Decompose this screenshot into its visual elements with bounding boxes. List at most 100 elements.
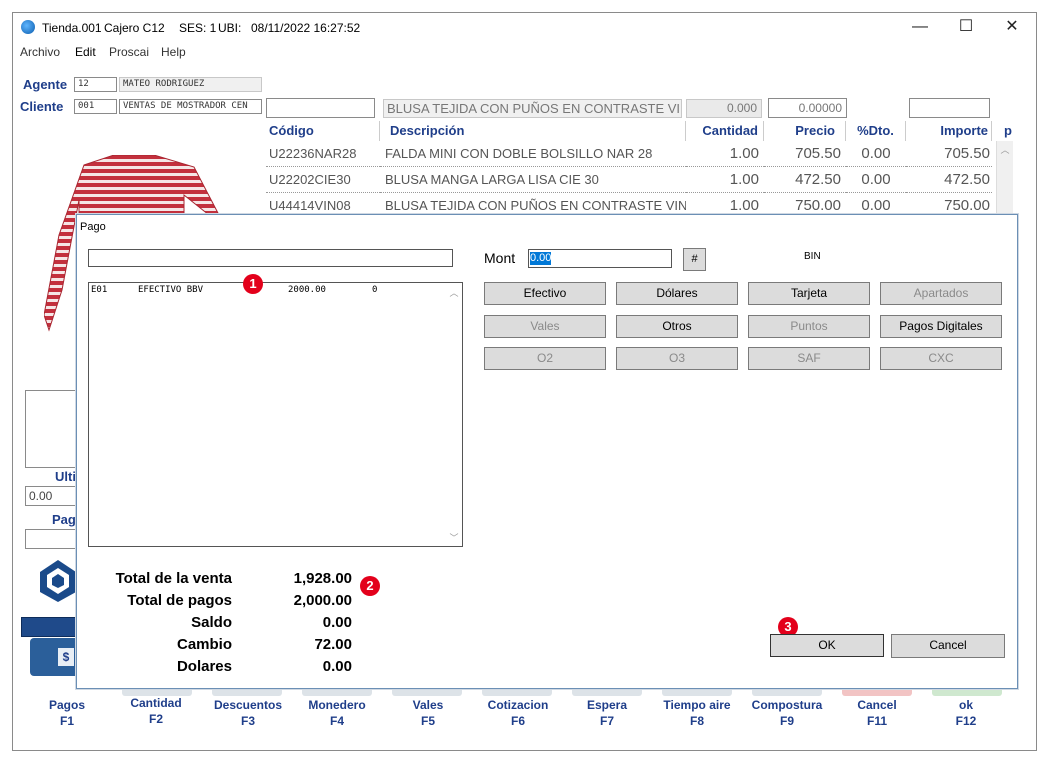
menu-archivo[interactable]: Archivo — [20, 45, 60, 59]
cell-codigo: U22202CIE30 — [266, 167, 380, 193]
hash-button[interactable]: # — [683, 248, 706, 271]
fkey-cantidad[interactable]: Cantidad F2 — [116, 695, 196, 727]
pag-label: Pag — [52, 512, 76, 527]
fkey-cancel[interactable]: Cancel F11 — [837, 697, 917, 729]
vales-button[interactable]: Vales — [484, 315, 606, 338]
table-row[interactable]: U22236NAR28 FALDA MINI CON DOBLE BOLSILL… — [266, 141, 996, 167]
fkey-label: Descuentos — [213, 698, 283, 712]
cell-descuento: 0.00 — [846, 167, 906, 193]
fkey-key: F6 — [510, 714, 525, 728]
fkey-vales[interactable]: Vales F5 — [388, 697, 468, 729]
apartados-button[interactable]: Apartados — [880, 282, 1002, 305]
o2-button[interactable]: O2 — [484, 347, 606, 370]
fkey-key: F1 — [59, 714, 74, 728]
cell-cantidad: 1.00 — [686, 167, 764, 193]
payment-list[interactable]: E01 EFECTIVO BBV 2000.00 0 ︿ ﹀ — [88, 282, 463, 547]
fkey-compostura[interactable]: Compostura F9 — [747, 697, 827, 729]
annotation-badge-1: 1 — [243, 274, 263, 294]
tarjeta-button[interactable]: Tarjeta — [748, 282, 870, 305]
dolares-label: Dolares — [176, 658, 232, 675]
total-venta-label: Total de la venta — [115, 570, 232, 587]
ok-button[interactable]: OK — [770, 634, 884, 657]
grid-scrollbar[interactable]: ︿ — [996, 141, 1013, 216]
store-name: Tienda.001 — [42, 21, 102, 35]
payment-code: E01 — [91, 285, 108, 295]
payment-extra: 0 — [372, 285, 378, 295]
col-codigo[interactable]: Código — [266, 121, 380, 141]
blue-bar — [21, 617, 83, 637]
scroll-up-icon[interactable]: ︿ — [997, 143, 1013, 156]
fkey-key: F4 — [329, 714, 344, 728]
cell-descripcion: FALDA MINI CON DOBLE BOLSILLO NAR 28 — [380, 141, 686, 167]
cell-codigo: U22236NAR28 — [266, 141, 380, 167]
table-row[interactable]: U22202CIE30 BLUSA MANGA LARGA LISA CIE 3… — [266, 167, 996, 193]
o3-button[interactable]: O3 — [616, 347, 738, 370]
cancel-button[interactable]: Cancel — [891, 634, 1005, 658]
agent-code-field[interactable]: 12 — [74, 77, 117, 92]
fkey-label: Pagos — [48, 698, 85, 712]
fkey-cotizacion[interactable]: Cotizacion F6 — [478, 697, 558, 729]
fkey-key: F3 — [240, 714, 255, 728]
efectivo-button[interactable]: Efectivo — [484, 282, 606, 305]
menu-proscai[interactable]: Proscai — [109, 45, 149, 59]
col-descripcion[interactable]: Descripción — [380, 121, 686, 141]
dollar-icon: $ — [58, 648, 74, 666]
title-bar[interactable] — [13, 13, 1034, 43]
saf-button[interactable]: SAF — [748, 347, 870, 370]
dolares-button[interactable]: Dólares — [616, 282, 738, 305]
location-label: UBI: — [218, 21, 242, 35]
fkey-tiempo-aire[interactable]: Tiempo aire F8 — [657, 697, 737, 729]
mont-value: 0.00 — [530, 252, 552, 265]
scroll-up-icon[interactable]: ︿ — [446, 286, 462, 299]
fkey-monedero[interactable]: Monedero F4 — [297, 697, 377, 729]
puntos-button[interactable]: Puntos — [748, 315, 870, 338]
cash-button[interactable]: $ — [30, 638, 80, 676]
menu-help[interactable]: Help — [161, 45, 186, 59]
fkey-pagos[interactable]: Pagos F1 — [27, 697, 107, 729]
fkey-key: F9 — [779, 714, 794, 728]
minimize-button[interactable]: — — [900, 14, 940, 40]
fkey-key: F8 — [689, 714, 704, 728]
mont-input[interactable]: 0.00 — [528, 249, 672, 268]
scroll-down-icon[interactable]: ﹀ — [446, 531, 462, 544]
item-code-input[interactable] — [266, 98, 375, 118]
list-item[interactable]: E01 EFECTIVO BBV 2000.00 0 — [89, 285, 462, 297]
cell-precio: 472.50 — [764, 167, 846, 193]
fkey-label: Vales — [412, 698, 444, 712]
dolares-value: 0.00 — [322, 658, 352, 675]
item-description-field: BLUSA TEJIDA CON PUÑOS EN CONTRASTE VIN … — [383, 99, 682, 118]
client-code-field[interactable]: 001 — [74, 99, 117, 114]
col-importe[interactable]: Importe — [906, 121, 992, 141]
fkey-espera[interactable]: Espera F7 — [567, 697, 647, 729]
cell-descuento: 0.00 — [846, 141, 906, 167]
payment-method: EFECTIVO BBV — [138, 285, 204, 295]
item-price-field[interactable]: 0.00000 — [768, 98, 847, 118]
fkey-label: Cantidad — [130, 696, 182, 710]
item-extra-field[interactable] — [909, 98, 990, 118]
otros-button[interactable]: Otros — [616, 315, 738, 338]
pagos-digitales-button[interactable]: Pagos Digitales — [880, 315, 1002, 338]
cambio-label: Cambio — [176, 636, 232, 653]
fkey-label: Cotizacion — [487, 698, 549, 712]
close-button[interactable]: ✕ — [992, 14, 1032, 40]
cxc-button[interactable]: CXC — [880, 347, 1002, 370]
fkey-label: ok — [958, 698, 973, 712]
fkey-ok[interactable]: ok F12 — [926, 697, 1006, 729]
cashier-name: Cajero C12 — [104, 21, 165, 35]
cell-descripcion: BLUSA MANGA LARGA LISA CIE 30 — [380, 167, 686, 193]
client-label: Cliente — [20, 99, 64, 114]
payment-amount: 2000.00 — [288, 285, 326, 295]
cell-importe: 472.50 — [906, 167, 992, 193]
bin-label: BIN — [804, 251, 821, 262]
col-cantidad[interactable]: Cantidad — [686, 121, 764, 141]
client-name-field[interactable]: VENTAS DE MOSTRADOR CEN — [119, 99, 262, 114]
fkey-descuentos[interactable]: Descuentos F3 — [208, 697, 288, 729]
col-descuento[interactable]: %Dto. — [846, 121, 906, 141]
payment-search-input[interactable] — [88, 249, 453, 267]
col-p[interactable]: p — [992, 121, 1012, 141]
agent-label: Agente — [23, 77, 68, 92]
col-precio[interactable]: Precio — [764, 121, 846, 141]
maximize-button[interactable]: ☐ — [946, 14, 986, 40]
list-scrollbar[interactable]: ︿ ﹀ — [446, 283, 462, 546]
menu-edit[interactable]: Edit — [75, 45, 96, 59]
